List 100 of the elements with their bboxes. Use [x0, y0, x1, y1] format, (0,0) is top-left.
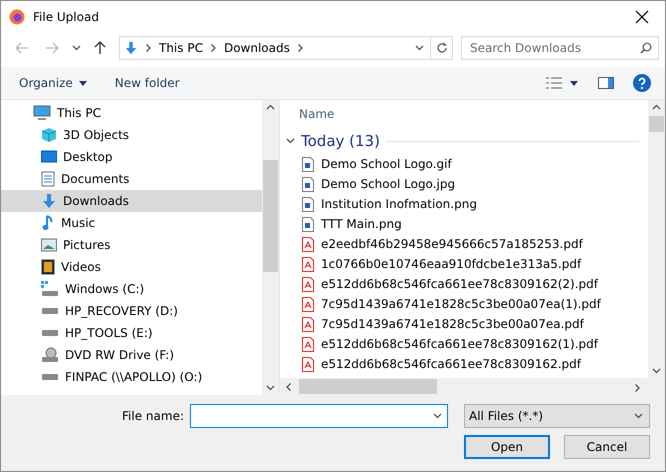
- list-view-icon: [546, 77, 562, 89]
- nav-item[interactable]: 3D Objects: [1, 124, 262, 146]
- film-icon: [41, 259, 55, 275]
- address-bar[interactable]: This PC Downloads: [119, 36, 453, 60]
- nav-item[interactable]: This PC: [1, 102, 262, 124]
- separator-chevron-icon: [210, 44, 216, 52]
- breadcrumb[interactable]: This PC: [159, 41, 203, 55]
- chevron-icon: [652, 104, 661, 110]
- pdf-file-icon: [302, 336, 314, 352]
- pdf-file-icon: [302, 276, 314, 292]
- drive-icon: [42, 330, 58, 336]
- nav-item[interactable]: Pictures: [1, 234, 262, 256]
- scrollbar[interactable]: [262, 100, 279, 395]
- nav-item[interactable]: HP_RECOVERY (D:): [1, 300, 262, 322]
- chevron-icon: [286, 382, 292, 391]
- file-item[interactable]: e512dd6b68c546fca661ee78c8309162(2).pdf: [286, 274, 648, 294]
- file-item[interactable]: Institution Inofmation.png: [286, 194, 648, 214]
- nav-item[interactable]: FINPAC (\\APOLLO) (O:): [1, 366, 262, 388]
- organize-button[interactable]: Organize: [19, 76, 87, 90]
- chevron-icon: [433, 413, 442, 419]
- file-name-field[interactable]: [190, 404, 448, 428]
- help-button[interactable]: [631, 74, 653, 92]
- chevron-icon: [634, 383, 640, 392]
- left-arrow-icon: [15, 42, 29, 54]
- file-item[interactable]: 1c0766b0e10746eaa910fdcbe1e313a5.pdf: [286, 254, 648, 274]
- open-button[interactable]: Open: [464, 435, 550, 459]
- cancel-button[interactable]: Cancel: [564, 435, 650, 459]
- image-file-icon: [302, 216, 314, 232]
- chevron-icon: [266, 385, 275, 391]
- pdf-file-icon: [302, 316, 314, 332]
- browser-logo-icon: [9, 9, 25, 25]
- nav-item[interactable]: HP_TOOLS (E:): [1, 322, 262, 344]
- file-item[interactable]: Demo School Logo.gif: [286, 154, 648, 174]
- music-note-icon: [41, 215, 55, 231]
- desktop-icon: [41, 150, 57, 164]
- pdf-file-icon: [302, 236, 314, 252]
- group-header[interactable]: Today (13): [301, 132, 380, 150]
- new-folder-button[interactable]: New folder: [114, 76, 180, 90]
- file-item[interactable]: TTT Main.png: [286, 214, 648, 234]
- separator-chevron-icon: [146, 44, 152, 52]
- file-item[interactable]: e512dd6b68c546fca661ee78c8309162(1).pdf: [286, 334, 648, 354]
- preview-pane-icon: [598, 77, 614, 89]
- cube-icon: [41, 127, 57, 143]
- nav-item[interactable]: DVD RW Drive (F:): [1, 344, 262, 366]
- preview-pane-button[interactable]: [595, 77, 617, 89]
- refresh-icon: [436, 42, 448, 54]
- pdf-file-icon: [302, 356, 314, 372]
- column-header[interactable]: Name: [286, 100, 648, 128]
- search-field[interactable]: Search Downloads: [461, 36, 659, 60]
- file-type-dropdown[interactable]: All Files (*.*): [464, 404, 650, 428]
- chevron-icon: [634, 413, 643, 419]
- picture-icon: [41, 238, 57, 252]
- breadcrumb[interactable]: Downloads: [224, 41, 290, 55]
- file-item[interactable]: Demo School Logo.jpg: [286, 174, 648, 194]
- file-name-label: File name:: [122, 409, 184, 423]
- chevron-icon: [72, 45, 80, 51]
- horizontal-scrollbar[interactable]: [280, 378, 665, 395]
- chevron-icon: [652, 368, 661, 374]
- separator-chevron-icon: [297, 44, 304, 52]
- scrollbar-thumb[interactable]: [299, 379, 437, 394]
- right-arrow-icon: [45, 42, 59, 54]
- file-item[interactable]: e512dd6b68c546fca661ee78c8309162.pdf: [286, 354, 648, 374]
- window-title: File Upload: [33, 10, 100, 24]
- scrollbar-thumb[interactable]: [649, 116, 664, 132]
- caret-icon: [78, 80, 87, 86]
- close-icon: [635, 10, 649, 24]
- file-item[interactable]: 7c95d1439a6741e1828c5c3be00a07ea(1).pdf: [286, 294, 648, 314]
- view-options-button[interactable]: [543, 77, 581, 89]
- drive-icon: [42, 308, 58, 314]
- image-file-icon: [302, 176, 314, 192]
- caret-icon: [570, 80, 578, 86]
- nav-item[interactable]: Music: [1, 212, 262, 234]
- pdf-file-icon: [302, 296, 314, 312]
- file-item[interactable]: e2eedbf46b29458e945666c57a185253.pdf: [286, 234, 648, 254]
- pdf-file-icon: [302, 256, 314, 272]
- chevron-icon: [266, 104, 275, 110]
- down-arrow-icon: [124, 40, 138, 56]
- nav-item[interactable]: Desktop: [1, 146, 262, 168]
- image-file-icon: [302, 196, 314, 212]
- nav-item[interactable]: Videos: [1, 256, 262, 278]
- scrollbar[interactable]: [648, 100, 665, 378]
- drive-icon: [42, 374, 58, 380]
- chevron-icon: [286, 138, 295, 144]
- windows-drive-icon: [41, 281, 59, 297]
- nav-item[interactable]: Downloads: [1, 190, 262, 212]
- up-arrow-icon: [94, 41, 106, 55]
- image-file-icon: [302, 156, 314, 172]
- file-item[interactable]: 7c95d1439a6741e1828c5c3be00a07ea.pdf: [286, 314, 648, 334]
- down-arrow-icon: [41, 193, 57, 209]
- nav-item[interactable]: Documents: [1, 168, 262, 190]
- help-icon: [633, 74, 651, 92]
- search-icon: [640, 42, 652, 54]
- document-icon: [41, 171, 55, 187]
- chevron-icon: [414, 45, 424, 51]
- recent-dropdown[interactable]: [71, 45, 81, 51]
- nav-item[interactable]: Windows (C:): [1, 278, 262, 300]
- computer-icon: [33, 105, 51, 121]
- group-toggle[interactable]: [286, 138, 295, 144]
- disc-drive-icon: [41, 347, 59, 363]
- scrollbar-thumb[interactable]: [263, 160, 278, 272]
